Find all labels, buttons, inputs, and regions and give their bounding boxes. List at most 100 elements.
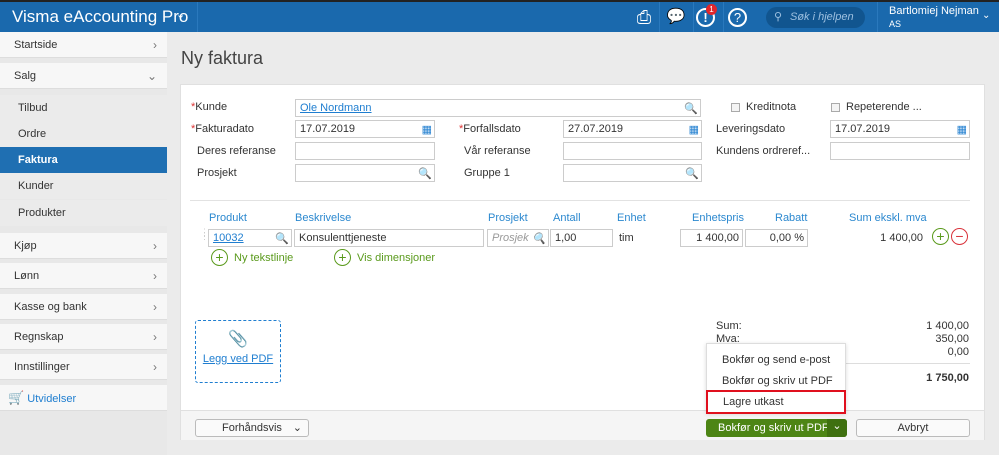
show-dimensions-link[interactable]: Vis dimensjoner xyxy=(357,252,435,264)
sum-label: Sum: xyxy=(716,320,742,332)
sidebar-item-utvidelser[interactable]: 🛒 Utvidelser xyxy=(0,385,167,411)
beskrivelse-input[interactable]: Konsulenttjeneste xyxy=(294,229,484,247)
chevron-right-icon: › xyxy=(153,330,157,344)
attach-pdf-dropzone[interactable]: 📎 Legg ved PDF xyxy=(195,320,281,383)
lookup-icon[interactable]: 🔍 xyxy=(684,101,698,117)
menu-item-book-print-pdf[interactable]: Bokfør og skriv ut PDF xyxy=(722,375,833,387)
remove-line-icon[interactable]: − xyxy=(951,228,968,245)
plus-circle-icon[interactable]: + xyxy=(334,249,351,266)
sidebar-item-regnskap[interactable]: Regnskap › xyxy=(0,324,167,350)
line-prosjekt-input[interactable]: Prosjek 🔍 xyxy=(487,229,549,247)
primary-button[interactable]: Bokfør og skriv ut PDF xyxy=(706,419,847,437)
sidebar-item-startside[interactable]: Startside › xyxy=(0,32,167,58)
sidebar-item-tilbud[interactable]: Tilbud xyxy=(0,95,167,121)
chevron-right-icon: › xyxy=(153,360,157,374)
primary-dropdown-toggle[interactable]: ⌄ xyxy=(827,419,847,437)
help-icon[interactable]: ? xyxy=(728,8,747,27)
add-line-icon[interactable]: + xyxy=(932,228,949,245)
forfallsdato-input[interactable]: 27.07.2019 ▦ xyxy=(563,120,702,138)
deres-referanse-input[interactable] xyxy=(295,142,435,160)
leveringsdato-input[interactable]: 17.07.2019 ▦ xyxy=(830,120,970,138)
lookup-icon[interactable]: 🔍 xyxy=(532,231,546,247)
kunde-label: *Kunde xyxy=(191,101,228,113)
sidebar-item-faktura[interactable]: Faktura xyxy=(0,147,167,173)
page-title: Ny faktura xyxy=(181,48,264,68)
chevron-right-icon: › xyxy=(153,38,157,52)
sidebar: Startside › Salg ⌄ Tilbud Ordre Faktura Ku… xyxy=(0,32,167,455)
kreditnota-checkbox[interactable] xyxy=(731,103,740,112)
plus-circle-icon[interactable]: + xyxy=(211,249,228,266)
mva-value: 350,00 xyxy=(935,333,969,345)
kundens-ordreref-input[interactable] xyxy=(830,142,970,160)
gruppe-input[interactable]: 🔍 xyxy=(563,164,702,182)
enhet-value: tim xyxy=(619,232,634,244)
save-options-menu: Bokfør og send e-post Bokfør og skriv ut… xyxy=(706,343,846,414)
cancel-button[interactable]: Avbryt xyxy=(856,419,970,437)
antall-input[interactable]: 1,00 xyxy=(550,229,613,247)
sidebar-item-produkter[interactable]: Produkter xyxy=(0,200,167,226)
col-sum: Sum ekskl. mva xyxy=(849,212,927,224)
forfallsdato-label: *Forfallsdato xyxy=(459,123,521,135)
fakturadato-input[interactable]: 17.07.2019 ▦ xyxy=(295,120,435,138)
produkt-input[interactable]: 10032 🔍 xyxy=(208,229,292,247)
fakturadato-label: *Fakturadato xyxy=(191,123,254,135)
repeterende-label: Repeterende ... xyxy=(846,101,922,113)
calendar-icon[interactable]: ▦ xyxy=(422,122,432,138)
app-title: Visma eAccounting Pro xyxy=(12,7,189,26)
total-value: 1 750,00 xyxy=(926,372,969,384)
search-icon: ⚲ xyxy=(774,11,783,23)
kreditnota-label: Kreditnota xyxy=(746,101,797,113)
paperclip-icon: 📎 xyxy=(228,331,248,348)
gruppe-label: Gruppe 1 xyxy=(464,167,510,179)
chevron-right-icon: › xyxy=(153,239,157,253)
top-bar: Visma eAccounting Pro ⌄ ⎙ 💬 ! 1 ? Søk i … xyxy=(0,0,999,32)
sidebar-item-lonn[interactable]: Lønn › xyxy=(0,263,167,289)
sum-value: 1 400,00 xyxy=(926,320,969,332)
preview-button[interactable]: Forhåndsvis ⌄ xyxy=(195,419,309,437)
sidebar-item-salg[interactable]: Salg ⌄ xyxy=(0,63,167,89)
chevron-down-icon: ⌄ xyxy=(292,422,302,434)
deres-referanse-label: Deres referanse xyxy=(197,145,276,157)
rounding-value: 0,00 xyxy=(947,346,969,358)
calendar-icon[interactable]: ▦ xyxy=(957,122,967,138)
col-beskrivelse: Beskrivelse xyxy=(295,212,352,224)
kunde-input[interactable]: Ole Nordmann 🔍 xyxy=(295,99,701,117)
col-enhet: Enhet xyxy=(617,212,646,224)
var-referanse-input[interactable] xyxy=(563,142,702,160)
user-menu-chevron-icon[interactable]: ⌄ xyxy=(982,10,990,21)
sidebar-item-kasse-og-bank[interactable]: Kasse og bank › xyxy=(0,294,167,320)
prosjekt-label: Prosjekt xyxy=(197,167,237,179)
menu-item-save-draft[interactable]: Lagre utkast xyxy=(706,390,846,414)
chevron-right-icon: › xyxy=(153,269,157,283)
lookup-icon[interactable]: 🔍 xyxy=(275,231,289,247)
chevron-down-icon: ⌄ xyxy=(146,69,157,83)
sidebar-item-kjop[interactable]: Kjøp › xyxy=(0,233,167,259)
print-icon[interactable]: ⎙ xyxy=(632,6,656,28)
col-produkt: Produkt xyxy=(209,212,247,224)
divider xyxy=(190,200,970,201)
col-antall: Antall xyxy=(553,212,581,224)
var-referanse-label: Vår referanse xyxy=(464,145,531,157)
calendar-icon[interactable]: ▦ xyxy=(689,122,699,138)
enhetspris-input[interactable]: 1 400,00 xyxy=(680,229,743,247)
rabatt-input[interactable]: 0,00 % xyxy=(745,229,808,247)
col-prosjekt: Prosjekt xyxy=(488,212,528,224)
chat-icon[interactable]: 💬 xyxy=(664,6,688,28)
menu-item-book-send-email[interactable]: Bokfør og send e-post xyxy=(722,354,830,366)
repeterende-checkbox[interactable] xyxy=(831,103,840,112)
basket-icon: 🛒 xyxy=(8,390,25,405)
user-name[interactable]: Bartlomiej Nejman xyxy=(889,5,979,17)
add-text-line-link[interactable]: Ny tekstlinje xyxy=(234,252,293,264)
prosjekt-input[interactable]: 🔍 xyxy=(295,164,435,182)
lookup-icon[interactable]: 🔍 xyxy=(685,166,699,182)
sidebar-item-ordre[interactable]: Ordre xyxy=(0,121,167,147)
chevron-right-icon: › xyxy=(153,300,157,314)
line-sum: 1 400,00 xyxy=(880,232,923,244)
lookup-icon[interactable]: 🔍 xyxy=(418,166,432,182)
sidebar-item-kunder[interactable]: Kunder xyxy=(0,173,167,199)
app-switcher-chevron-icon[interactable]: ⌄ xyxy=(176,8,185,21)
sidebar-item-innstillinger[interactable]: Innstillinger › xyxy=(0,354,167,380)
col-rabatt: Rabatt xyxy=(775,212,808,224)
col-enhetspris: Enhetspris xyxy=(692,212,744,224)
kundens-ordreref-label: Kundens ordreref... xyxy=(716,145,811,157)
